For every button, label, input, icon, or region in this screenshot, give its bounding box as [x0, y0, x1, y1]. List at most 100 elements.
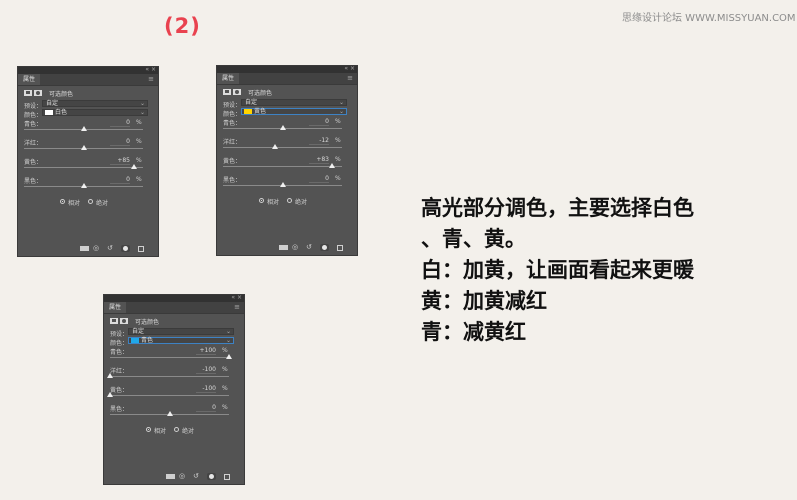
- reset-icon[interactable]: ↺: [107, 244, 113, 252]
- slider-thumb[interactable]: [279, 182, 286, 187]
- radio-absolute[interactable]: [174, 427, 179, 432]
- method-row: 相对 绝对: [18, 196, 158, 208]
- collapse-icon[interactable]: «: [344, 65, 348, 72]
- slider-cyan: 青色： +100 %: [104, 346, 244, 365]
- panel-menu-icon[interactable]: ≡: [347, 74, 353, 83]
- radio-absolute[interactable]: [287, 198, 292, 203]
- slider-thumb[interactable]: [226, 354, 232, 359]
- slider-track[interactable]: [110, 357, 229, 358]
- site-watermark: 思缘设计论坛 WWW.MISSYUAN.COM: [622, 13, 796, 24]
- color-select[interactable]: 黄色 ⌄: [241, 108, 347, 115]
- slider-thumb[interactable]: [272, 144, 279, 149]
- slider-value-input[interactable]: -12: [309, 137, 329, 145]
- slider-value-input[interactable]: 0: [309, 175, 329, 183]
- percent-unit: %: [222, 347, 228, 354]
- slider-value-input[interactable]: -100: [196, 385, 216, 393]
- percent-unit: %: [222, 385, 228, 392]
- panel-header: 可选颜色: [217, 85, 357, 99]
- radio-relative[interactable]: [259, 198, 264, 203]
- slider-value-input[interactable]: +83: [309, 156, 329, 164]
- color-select[interactable]: 青色 ⌄: [128, 337, 234, 344]
- slider-label: 洋红：: [24, 140, 43, 147]
- slider-black: 黑色： 0 %: [217, 174, 357, 193]
- tab-properties[interactable]: 属性: [217, 73, 240, 84]
- radio-relative-label: 相对: [267, 199, 280, 206]
- preset-select[interactable]: 自定 ⌄: [42, 100, 148, 107]
- slider-thumb[interactable]: [80, 145, 87, 150]
- panel-chrome: « ×: [217, 65, 357, 73]
- slider-value-input[interactable]: 0: [196, 404, 216, 412]
- slider-value-input[interactable]: -100: [196, 366, 216, 374]
- slider-value-input[interactable]: +100: [196, 347, 216, 355]
- method-row: 相对 绝对: [217, 195, 357, 207]
- close-icon[interactable]: ×: [350, 65, 355, 72]
- view-previous-icon[interactable]: ◎: [179, 472, 185, 480]
- slider-black: 黑色： 0 %: [104, 403, 244, 422]
- radio-absolute[interactable]: [88, 199, 93, 204]
- note-line: 黄：加黄减红: [421, 289, 547, 313]
- reset-icon[interactable]: ↺: [193, 472, 199, 480]
- layer-mask-icon[interactable]: [233, 89, 241, 95]
- color-row: 颜色： 白色 ⌄: [18, 109, 158, 119]
- slider-track[interactable]: [223, 166, 342, 167]
- slider-thumb[interactable]: [131, 164, 138, 169]
- slider-value-input[interactable]: +85: [110, 157, 130, 165]
- slider-thumb[interactable]: [80, 183, 87, 188]
- color-select[interactable]: 白色 ⌄: [42, 109, 148, 116]
- clip-to-layer-icon[interactable]: [80, 246, 89, 251]
- slider-magenta: 洋红： -100 %: [104, 365, 244, 384]
- slider-track[interactable]: [110, 395, 229, 396]
- step-label: (2): [164, 14, 201, 38]
- slider-yellow: 黄色： +85 %: [18, 156, 158, 175]
- delete-trash-icon[interactable]: [224, 474, 230, 480]
- view-previous-icon[interactable]: ◎: [292, 243, 298, 251]
- chevron-down-icon: ⌄: [338, 108, 344, 115]
- reset-icon[interactable]: ↺: [306, 243, 312, 251]
- view-previous-icon[interactable]: ◎: [93, 244, 99, 252]
- visibility-eye-icon[interactable]: [207, 473, 216, 480]
- clip-to-layer-icon[interactable]: [279, 245, 288, 250]
- slider-value-input[interactable]: 0: [110, 119, 130, 127]
- percent-unit: %: [136, 119, 142, 126]
- tab-properties[interactable]: 属性: [104, 302, 127, 313]
- panel-menu-icon[interactable]: ≡: [148, 75, 154, 84]
- panel-tabbar: 属性 ≡: [104, 302, 244, 314]
- slider-track[interactable]: [24, 167, 143, 168]
- slider-label: 青色：: [110, 349, 129, 356]
- close-icon[interactable]: ×: [151, 66, 156, 73]
- radio-relative-label: 相对: [68, 200, 81, 207]
- close-icon[interactable]: ×: [237, 294, 242, 301]
- layer-mask-icon[interactable]: [34, 90, 42, 96]
- slider-thumb[interactable]: [279, 125, 286, 130]
- percent-unit: %: [136, 176, 142, 183]
- panel-menu-icon[interactable]: ≡: [234, 303, 240, 312]
- slider-track[interactable]: [110, 376, 229, 377]
- delete-trash-icon[interactable]: [337, 245, 343, 251]
- layer-mask-icon[interactable]: [120, 318, 128, 324]
- percent-unit: %: [222, 404, 228, 411]
- visibility-eye-icon[interactable]: [121, 245, 130, 252]
- color-value: 青色: [141, 337, 154, 344]
- slider-thumb[interactable]: [328, 163, 335, 168]
- color-row: 颜色： 青色 ⌄: [104, 337, 244, 347]
- collapse-icon[interactable]: «: [145, 66, 149, 73]
- slider-thumb[interactable]: [80, 126, 87, 131]
- preset-select[interactable]: 自定 ⌄: [241, 99, 347, 106]
- visibility-eye-icon[interactable]: [320, 244, 329, 251]
- slider-value-input[interactable]: 0: [309, 118, 329, 126]
- slider-track[interactable]: [223, 147, 342, 148]
- slider-value-input[interactable]: 0: [110, 176, 130, 184]
- slider-thumb[interactable]: [166, 411, 173, 416]
- slider-label: 黄色：: [24, 159, 43, 166]
- radio-relative[interactable]: [60, 199, 65, 204]
- delete-trash-icon[interactable]: [138, 246, 144, 252]
- preset-select[interactable]: 自定 ⌄: [128, 328, 234, 335]
- radio-relative[interactable]: [146, 427, 151, 432]
- slider-thumb[interactable]: [107, 392, 113, 397]
- collapse-icon[interactable]: «: [231, 294, 235, 301]
- slider-thumb[interactable]: [107, 373, 113, 378]
- clip-to-layer-icon[interactable]: [166, 474, 175, 479]
- slider-value-input[interactable]: 0: [110, 138, 130, 146]
- preset-row: 预设： 自定 ⌄: [217, 99, 357, 109]
- tab-properties[interactable]: 属性: [18, 74, 41, 85]
